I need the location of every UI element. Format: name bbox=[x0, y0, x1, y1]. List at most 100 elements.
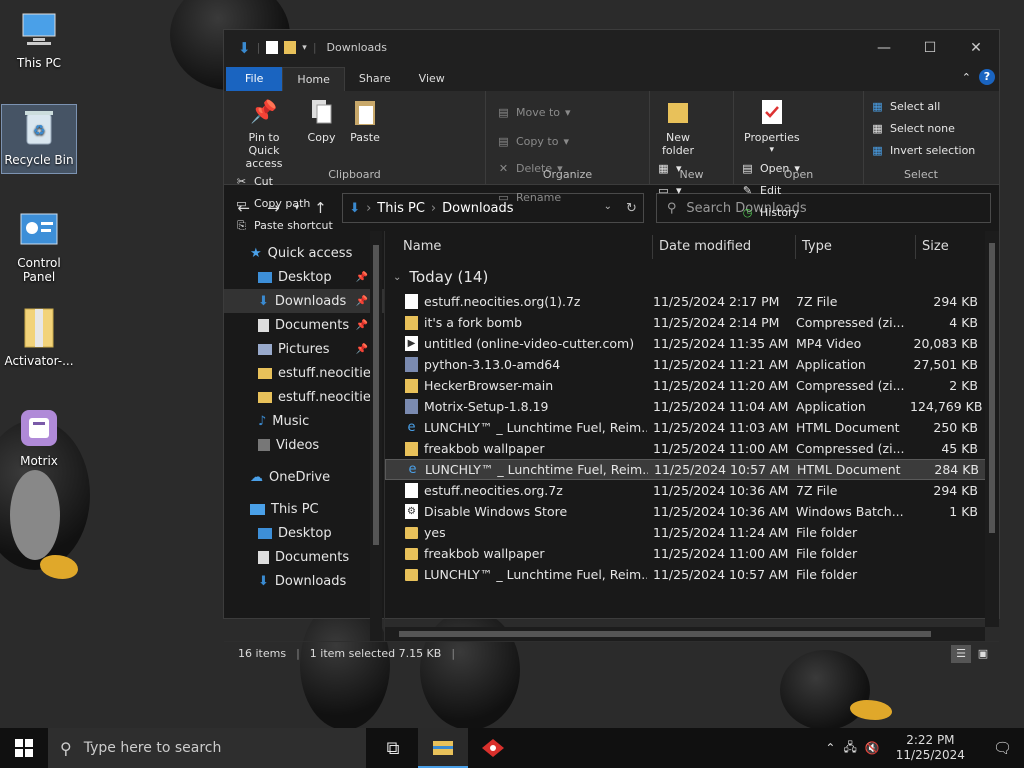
file-row[interactable]: estuff.neocities.org(1).7z 11/25/2024 2:1… bbox=[385, 291, 999, 312]
notifications-icon[interactable]: 🗨 bbox=[981, 739, 1024, 757]
paste-button[interactable]: Paste bbox=[349, 95, 381, 144]
column-header-name[interactable]: Name bbox=[385, 235, 653, 259]
browser-taskbar-icon[interactable] bbox=[468, 728, 518, 768]
file-row[interactable]: it's a fork bomb 11/25/2024 2:14 PM Compre… bbox=[385, 312, 999, 333]
rename-button[interactable]: ▭ Rename bbox=[496, 188, 563, 207]
new-folder-button[interactable]: New folder bbox=[660, 95, 696, 157]
file-type-cell: Application bbox=[796, 357, 866, 372]
desktop-icon-control-panel[interactable]: Control Panel bbox=[1, 208, 77, 284]
search-input[interactable]: ⚲ Search Downloads bbox=[655, 193, 991, 223]
show-hidden-icons-chevron-icon[interactable]: ⌃ bbox=[825, 741, 835, 755]
desktop-icon-activator[interactable]: Activator-... bbox=[1, 306, 77, 368]
file-row[interactable]: ⚙ Disable Windows Store 11/25/2024 10:36 A… bbox=[385, 501, 999, 522]
nav-quick-access[interactable]: ★ Quick access bbox=[224, 241, 384, 265]
select-none-button[interactable]: ▦ Select none bbox=[870, 119, 975, 138]
properties-qa-icon[interactable] bbox=[266, 41, 279, 54]
desktop-icon-motrix[interactable]: Motrix bbox=[1, 406, 77, 468]
file-date-cell: 11/25/2024 2:17 PM bbox=[653, 294, 780, 309]
breadcrumb-this-pc[interactable]: This PC bbox=[377, 201, 425, 216]
column-header-size[interactable]: Size bbox=[916, 235, 986, 259]
nav-onedrive[interactable]: ☁ OneDrive bbox=[224, 465, 384, 489]
nav-scrollbar[interactable] bbox=[370, 231, 382, 641]
nav-pc-downloads[interactable]: ⬇ Downloads bbox=[224, 569, 384, 593]
refresh-icon[interactable]: ↻ bbox=[626, 201, 637, 216]
help-button[interactable]: ? bbox=[979, 69, 995, 85]
file-row[interactable]: yes 11/25/2024 11:24 AM File folder bbox=[385, 522, 999, 543]
file-type-cell: File folder bbox=[796, 567, 858, 582]
file-name-cell: e LUNCHLY™ _ Lunchtime Fuel, Reim... bbox=[385, 420, 648, 435]
easy-access-button[interactable]: ▭ ▾ bbox=[656, 181, 681, 200]
file-row[interactable]: HeckerBrowser-main 11/25/2024 11:20 AM Com… bbox=[385, 375, 999, 396]
file-row[interactable]: python-3.13.0-amd64 11/25/2024 11:21 AM Ap… bbox=[385, 354, 999, 375]
collapse-ribbon-icon[interactable]: ⌃ bbox=[962, 71, 971, 84]
file-row[interactable]: Motrix-Setup-1.8.19 11/25/2024 11:04 AM Ap… bbox=[385, 396, 999, 417]
nav-item-music[interactable]: ♪ Music bbox=[224, 409, 384, 433]
move-to-button[interactable]: ▤ Move to ▾ bbox=[496, 103, 570, 122]
file-row[interactable]: ▶ untitled (online-video-cutter.com) 11/25… bbox=[385, 333, 999, 354]
select-group: ▦ Select all ▦ Select none ▦ Invert selecti… bbox=[864, 91, 978, 185]
file-type-cell: Windows Batch... bbox=[796, 504, 904, 519]
copy-button[interactable]: Copy bbox=[306, 95, 338, 144]
clock[interactable]: 2:22 PM 11/25/2024 bbox=[888, 733, 973, 763]
pin-quick-access-button[interactable]: 📌 Pin to Quick access bbox=[234, 95, 294, 170]
file-row[interactable]: freakbob wallpaper 11/25/2024 11:00 AM Com… bbox=[385, 438, 999, 459]
organize-group: ▤ Move to ▾ ▤ Copy to ▾ ✕ Delete ▾ ▭ Rename … bbox=[486, 91, 650, 204]
taskbar-search-input[interactable]: ⚲ Type here to search bbox=[48, 728, 366, 768]
nav-item-documents[interactable]: Documents 📌 bbox=[224, 313, 384, 337]
start-button[interactable] bbox=[0, 728, 48, 768]
file-explorer-taskbar-icon[interactable] bbox=[418, 728, 468, 768]
network-icon[interactable]: 🖧 bbox=[843, 738, 856, 759]
file-row[interactable]: freakbob wallpaper 11/25/2024 11:00 AM Fil… bbox=[385, 543, 999, 564]
horizontal-scrollbar[interactable] bbox=[385, 627, 985, 641]
minimize-button[interactable]: — bbox=[861, 30, 907, 65]
ribbon-tabs: File Home Share View ⌃ ? bbox=[224, 65, 999, 91]
nav-pc-documents[interactable]: Documents bbox=[224, 545, 384, 569]
task-view-icon[interactable]: ⧉ bbox=[368, 728, 418, 768]
copy-to-icon: ▤ bbox=[498, 135, 509, 148]
tab-file[interactable]: File bbox=[226, 67, 283, 91]
close-button[interactable]: ✕ bbox=[953, 30, 999, 65]
tab-view[interactable]: View bbox=[405, 67, 459, 91]
file-date-cell: 11/25/2024 11:20 AM bbox=[653, 378, 789, 393]
column-header-date[interactable]: Date modified bbox=[653, 235, 796, 259]
invert-selection-button[interactable]: ▦ Invert selection bbox=[870, 141, 975, 160]
copy-to-button[interactable]: ▤ Copy to ▾ bbox=[496, 132, 571, 151]
nav-item-downloads[interactable]: ⬇ Downloads 📌 bbox=[224, 289, 384, 313]
nav-item-videos[interactable]: Videos bbox=[224, 433, 384, 457]
desktop-icon-recycle-bin[interactable]: ♻ Recycle Bin bbox=[1, 104, 77, 174]
file-row[interactable]: LUNCHLY™ _ Lunchtime Fuel, Reim... 11/25/… bbox=[385, 564, 999, 585]
nav-this-pc[interactable]: This PC bbox=[224, 497, 384, 521]
videos-folder-icon bbox=[258, 439, 270, 451]
large-icons-view-icon[interactable]: ▣ bbox=[973, 645, 993, 663]
desktop-icon-this-pc[interactable]: This PC bbox=[1, 8, 77, 70]
nav-item-estuff-2[interactable]: estuff.neocities bbox=[224, 385, 384, 409]
details-view-icon[interactable]: ☰ bbox=[951, 644, 971, 663]
properties-button[interactable]: Properties ▾ bbox=[744, 95, 800, 157]
nav-pc-desktop[interactable]: Desktop bbox=[224, 521, 384, 545]
address-dropdown-icon[interactable]: ⌄ bbox=[604, 201, 612, 216]
nav-item-desktop[interactable]: Desktop 📌 bbox=[224, 265, 384, 289]
tab-home[interactable]: Home bbox=[282, 67, 345, 91]
history-button[interactable]: ◷ History bbox=[740, 203, 800, 222]
maximize-button[interactable]: ☐ bbox=[907, 30, 953, 65]
copy-icon bbox=[306, 95, 338, 129]
file-row[interactable]: e LUNCHLY™ _ Lunchtime Fuel, Reim... 11/25… bbox=[385, 459, 999, 480]
nav-item-estuff-1[interactable]: estuff.neocities bbox=[224, 361, 384, 385]
file-row[interactable]: estuff.neocities.org.7z 11/25/2024 10:36 … bbox=[385, 480, 999, 501]
nav-item-pictures[interactable]: Pictures 📌 bbox=[224, 337, 384, 361]
file-date-cell: 11/25/2024 11:21 AM bbox=[653, 357, 789, 372]
control-panel-icon bbox=[17, 208, 61, 252]
edit-button[interactable]: ✎ Edit bbox=[740, 181, 800, 200]
file-row[interactable]: e LUNCHLY™ _ Lunchtime Fuel, Reim... 11/25… bbox=[385, 417, 999, 438]
batch-file-icon: ⚙ bbox=[405, 504, 418, 519]
file-size-cell: 45 KB bbox=[941, 441, 978, 456]
volume-muted-icon[interactable]: 🔇 bbox=[865, 741, 880, 755]
group-header-today[interactable]: ⌄ Today (14) bbox=[385, 263, 999, 291]
chevron-down-icon[interactable]: ▾ bbox=[302, 43, 307, 53]
copy-path-button[interactable]: ▭ Copy path bbox=[234, 194, 333, 213]
select-all-button[interactable]: ▦ Select all bbox=[870, 97, 975, 116]
vertical-scrollbar[interactable] bbox=[985, 231, 999, 627]
column-header-type[interactable]: Type bbox=[796, 235, 916, 259]
tab-share[interactable]: Share bbox=[345, 67, 405, 91]
new-folder-qa-icon[interactable] bbox=[284, 41, 297, 54]
